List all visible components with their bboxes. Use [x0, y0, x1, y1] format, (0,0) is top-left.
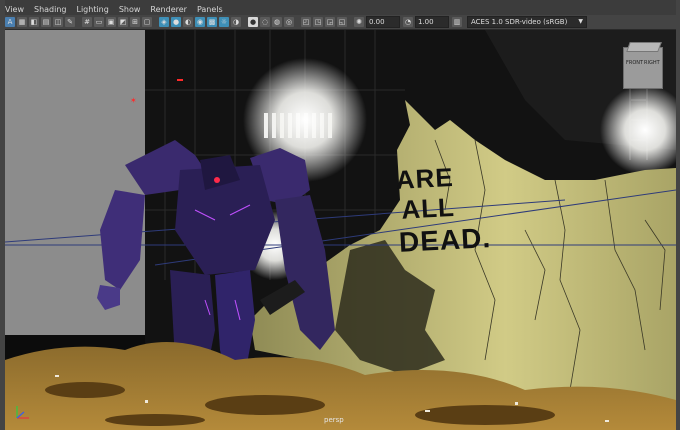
- depth-of-field-icon[interactable]: ◎: [284, 17, 294, 27]
- red-marker-1: [177, 79, 183, 81]
- camera-attributes-icon[interactable]: ▦: [17, 17, 27, 27]
- gamma-field[interactable]: 1.00: [415, 16, 449, 28]
- grid-icon[interactable]: #: [82, 17, 92, 27]
- menu-panels[interactable]: Panels: [197, 5, 223, 14]
- default-material-icon[interactable]: ◐: [183, 17, 193, 27]
- menu-lighting[interactable]: Lighting: [76, 5, 108, 14]
- gamma-icon[interactable]: ◔: [403, 17, 413, 27]
- image-plane-icon[interactable]: ▤: [41, 17, 51, 27]
- graffiti-line-1: ARE: [395, 161, 455, 195]
- screen-space-ao-icon[interactable]: ●: [248, 17, 258, 27]
- panel-toolbar: A ▦ ◧ ▤ ◫ ✎ # ▭ ▣ ◩ ⊞ ▢ ◈ ● ◐ ◉ ▩ ☼ ◑ ● …: [5, 15, 676, 30]
- use-all-lights-icon[interactable]: ☼: [219, 17, 229, 27]
- menu-shading[interactable]: Shading: [34, 5, 67, 14]
- grease-pencil-icon[interactable]: ✎: [65, 17, 75, 27]
- xray-joints-icon[interactable]: ◲: [325, 17, 335, 27]
- bookmark-icon[interactable]: ◧: [29, 17, 39, 27]
- panel-border-right: [676, 0, 680, 430]
- safe-action-icon[interactable]: ▢: [142, 17, 152, 27]
- textured-icon[interactable]: ▩: [207, 17, 217, 27]
- viewcube-top[interactable]: [626, 42, 662, 52]
- axis-gizmo-icon: [16, 406, 29, 419]
- graffiti-line-3: DEAD.: [398, 222, 492, 258]
- chevron-down-icon: ▼: [578, 18, 583, 25]
- menu-view[interactable]: View: [5, 5, 24, 14]
- viewcube-front-label[interactable]: FRONT: [626, 60, 643, 66]
- anti-aliasing-icon[interactable]: ◍: [272, 17, 282, 27]
- motion-blur-icon[interactable]: ◌: [260, 17, 270, 27]
- 2d-pan-zoom-icon[interactable]: ◫: [53, 17, 63, 27]
- shadows-icon[interactable]: ◑: [231, 17, 241, 27]
- isolate-select-icon[interactable]: ◰: [301, 17, 311, 27]
- wireframe-icon[interactable]: ◈: [159, 17, 169, 27]
- viewcube[interactable]: FRONT RIGHT: [623, 42, 663, 89]
- menu-show[interactable]: Show: [119, 5, 141, 14]
- view-transform-value: ACES 1.0 SDR-video (sRGB): [471, 18, 568, 26]
- exposure-icon[interactable]: ✺: [354, 17, 364, 27]
- select-camera-icon[interactable]: A: [5, 17, 15, 27]
- 3d-viewport[interactable]: ✶ ARE ALL DEAD. FRONT RIGHT persp: [5, 30, 676, 430]
- xray-active-icon[interactable]: ◱: [337, 17, 347, 27]
- panel-menubar: View Shading Lighting Show Renderer Pane…: [5, 3, 233, 15]
- camera-name-label: persp: [324, 416, 344, 424]
- menu-renderer[interactable]: Renderer: [150, 5, 187, 14]
- scene-render: ✶: [5, 30, 676, 430]
- field-chart-icon[interactable]: ⊞: [130, 17, 140, 27]
- graffiti-line-2: ALL: [400, 191, 456, 225]
- wireframe-on-shaded-icon[interactable]: ◉: [195, 17, 205, 27]
- smooth-shade-icon[interactable]: ●: [171, 17, 181, 27]
- view-transform-select[interactable]: ACES 1.0 SDR-video (sRGB) ▼: [467, 16, 587, 28]
- film-gate-icon[interactable]: ▭: [94, 17, 104, 27]
- exposure-field[interactable]: 0.00: [366, 16, 400, 28]
- svg-text:✶: ✶: [130, 96, 137, 105]
- maya-viewport-panel: View Shading Lighting Show Renderer Pane…: [0, 0, 680, 430]
- xray-icon[interactable]: ◳: [313, 17, 323, 27]
- resolution-gate-icon[interactable]: ▣: [106, 17, 116, 27]
- color-management-icon[interactable]: ▥: [452, 17, 462, 27]
- viewcube-right-label[interactable]: RIGHT: [644, 60, 660, 66]
- gate-mask-icon[interactable]: ◩: [118, 17, 128, 27]
